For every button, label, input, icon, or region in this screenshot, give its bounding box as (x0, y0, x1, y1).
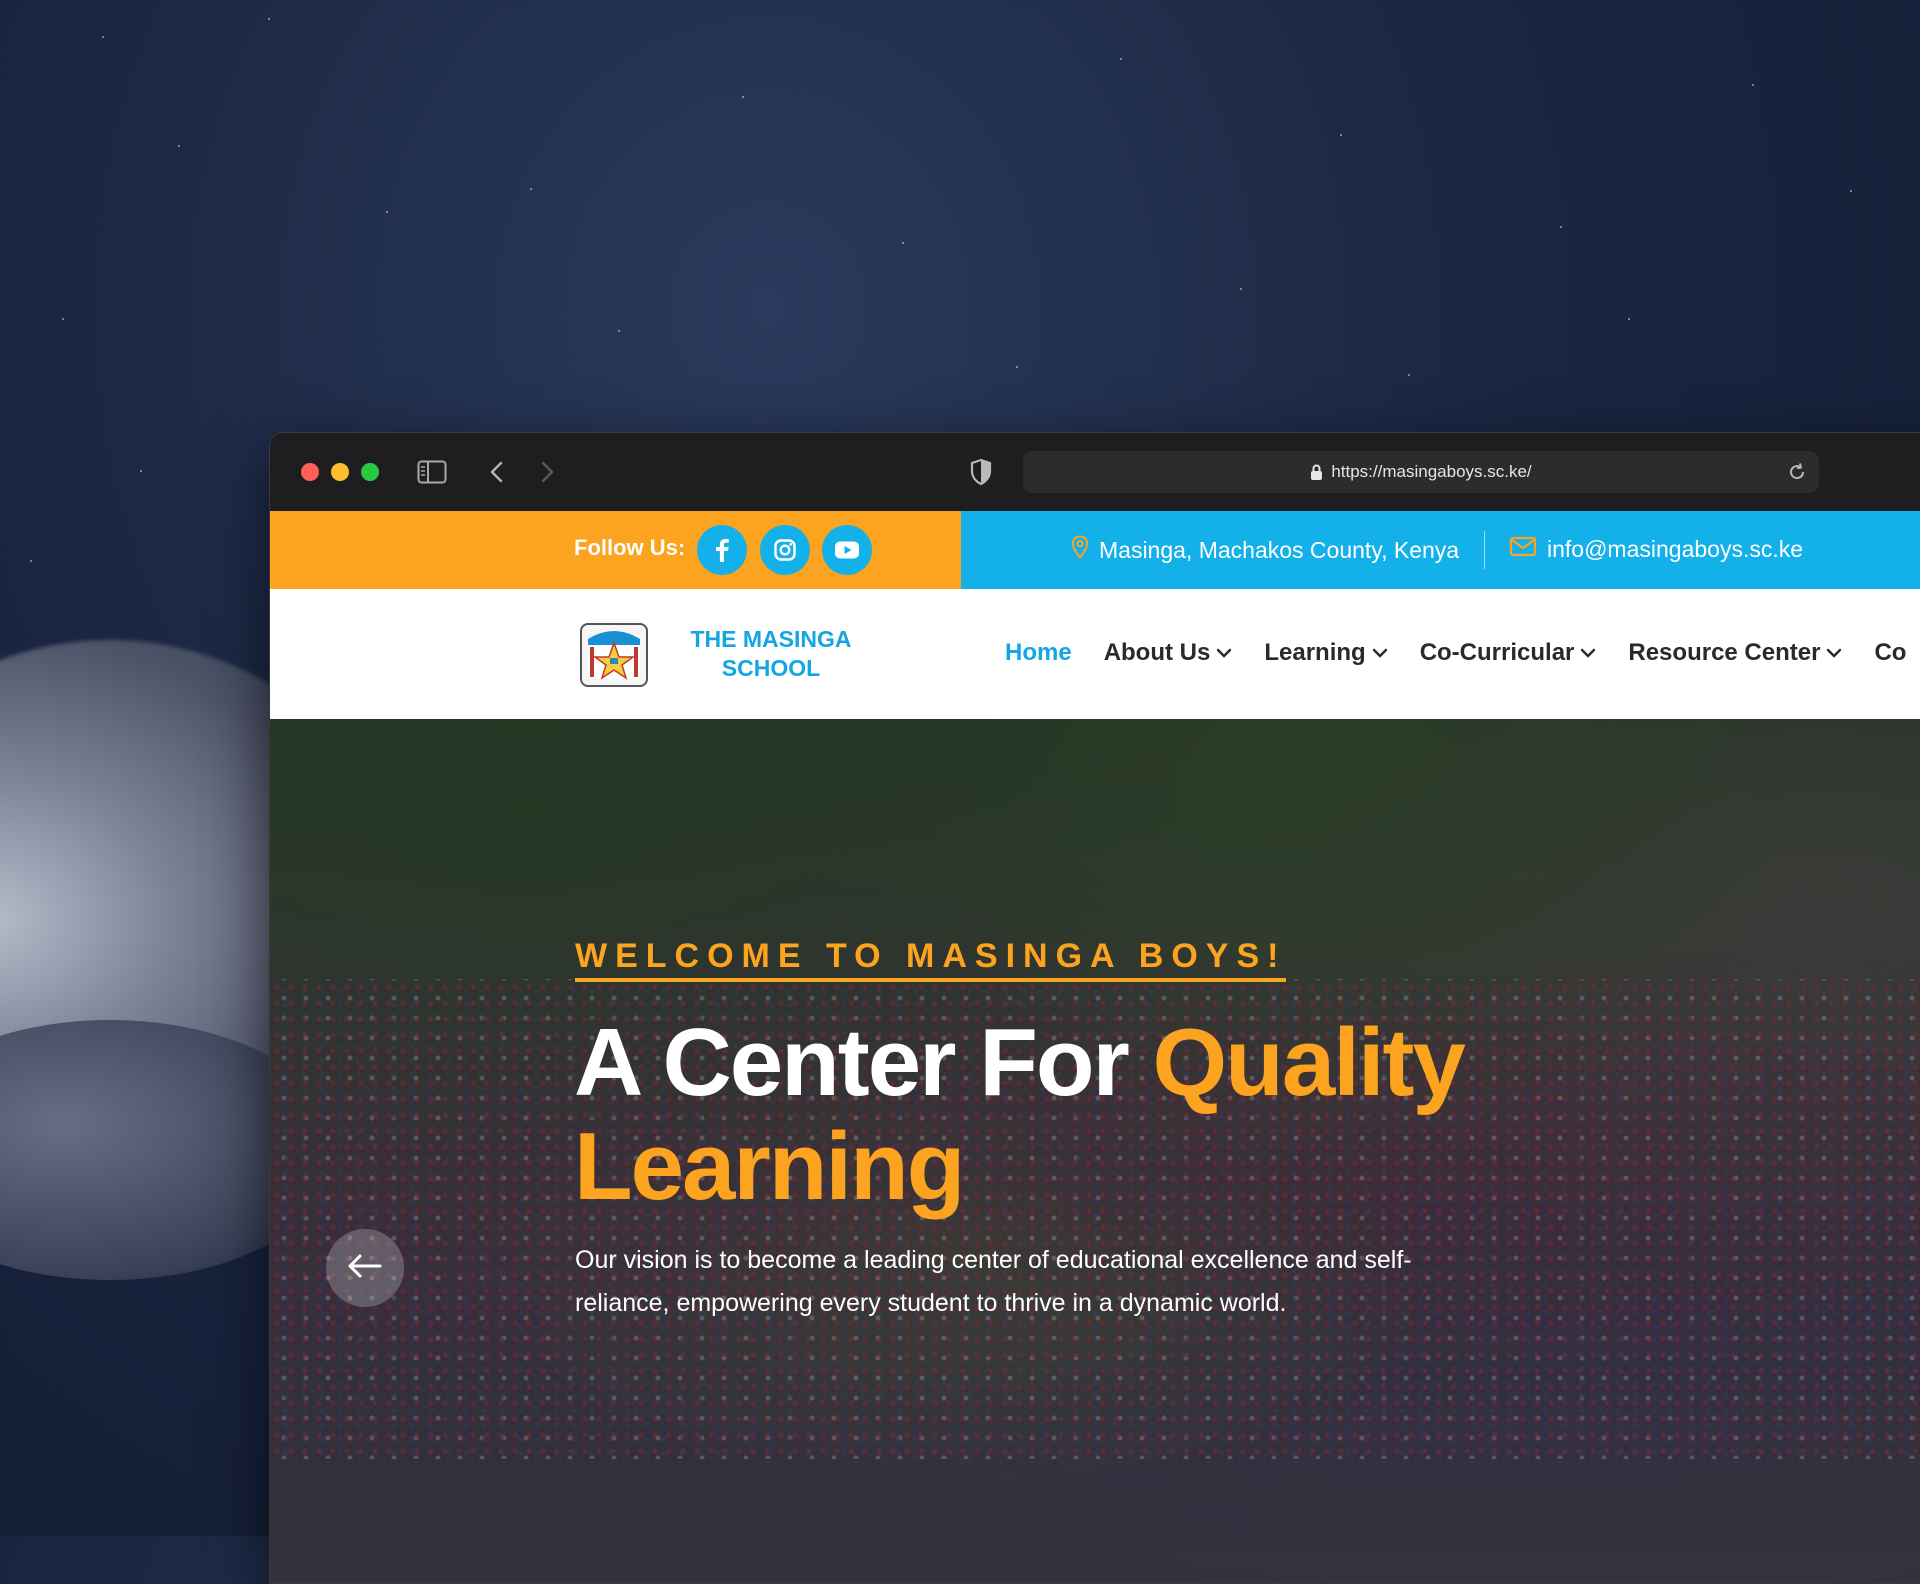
nav-co-curricular[interactable]: Co-Curricular (1420, 639, 1597, 667)
school-logo[interactable] (580, 623, 648, 687)
email-text: info@masingaboys.sc.ke (1547, 535, 1804, 562)
headline-white: A Center For (574, 1009, 1130, 1116)
nav-learning[interactable]: Learning (1264, 639, 1387, 667)
facebook-icon[interactable] (697, 525, 747, 575)
address-bar[interactable]: https://masingaboys.sc.ke/ (1023, 451, 1819, 493)
nav-resource-center-label: Resource Center (1628, 639, 1821, 666)
hero-vision-text: Our vision is to become a leading center… (575, 1246, 1412, 1317)
nav-about-us-label: About Us (1103, 639, 1211, 666)
close-window-button[interactable] (301, 463, 319, 481)
top-info-bar: Follow Us: Masinga, Machakos County, Ken… (270, 511, 1920, 589)
chevron-down-icon (1372, 648, 1388, 658)
browser-window: https://masingaboys.sc.ke/ Follow Us: Ma… (269, 432, 1920, 1584)
nav-contact-partial[interactable]: Co (1874, 639, 1906, 667)
primary-nav: Home About Us Learning Co-Curricular Res… (1005, 639, 1920, 667)
nav-learning-label: Learning (1264, 639, 1366, 666)
hero-banner: WELCOME TO MASINGA BOYS! A Center For Qu… (270, 719, 1920, 1583)
contact-section: Masinga, Machakos County, Kenya info@mas… (961, 511, 1920, 589)
nav-contact-partial-label: Co (1874, 639, 1907, 666)
lock-icon (1310, 464, 1323, 481)
mail-icon (1509, 535, 1537, 563)
hero-headline: A Center For Quality Learning (574, 1011, 1674, 1219)
main-navbar: THE MASINGA SCHOOL Home About Us Learnin… (270, 589, 1920, 719)
follow-section: Follow Us: (270, 511, 961, 589)
location-text: Masinga, Machakos County, Kenya (1099, 536, 1460, 563)
follow-label: Follow Us: (574, 535, 686, 560)
web-page: Follow Us: Masinga, Machakos County, Ken… (270, 511, 1920, 1583)
chevron-down-icon (1580, 648, 1596, 658)
slider-prev-button[interactable] (326, 1229, 404, 1307)
zoom-window-button[interactable] (361, 463, 379, 481)
back-arrow-icon[interactable] (482, 457, 512, 487)
forward-arrow-icon[interactable] (532, 457, 562, 487)
nav-home-label: Home (1005, 639, 1072, 666)
divider (1484, 531, 1485, 569)
minimize-window-button[interactable] (331, 463, 349, 481)
email-item[interactable]: info@masingaboys.sc.ke (1509, 535, 1803, 563)
location-pin-icon (1071, 535, 1089, 565)
chevron-down-icon (1216, 648, 1232, 658)
nav-resource-center[interactable]: Resource Center (1628, 639, 1842, 667)
school-name-line2: SCHOOL (721, 655, 821, 681)
hero-eyebrow: WELCOME TO MASINGA BOYS! (575, 937, 1287, 982)
headline-accent-line2: Learning (574, 1113, 965, 1220)
school-name[interactable]: THE MASINGA SCHOOL (646, 625, 896, 683)
sidebar-toggle-icon[interactable] (416, 457, 448, 487)
url-text: https://masingaboys.sc.ke/ (1331, 462, 1532, 481)
arrow-left-icon (346, 1253, 384, 1283)
youtube-icon[interactable] (822, 525, 872, 575)
chevron-down-icon (1826, 648, 1842, 658)
browser-toolbar: https://masingaboys.sc.ke/ (270, 433, 1920, 511)
school-name-line1: THE MASINGA (690, 626, 852, 652)
nav-about-us[interactable]: About Us (1104, 639, 1233, 667)
nav-co-curricular-label: Co-Curricular (1419, 639, 1575, 666)
privacy-shield-icon[interactable] (966, 457, 996, 487)
location-item: Masinga, Machakos County, Kenya (1071, 535, 1459, 565)
headline-accent: Quality (1152, 1009, 1466, 1116)
reload-icon[interactable] (1787, 462, 1807, 482)
instagram-icon[interactable] (760, 525, 810, 575)
nav-home[interactable]: Home (1005, 639, 1072, 667)
